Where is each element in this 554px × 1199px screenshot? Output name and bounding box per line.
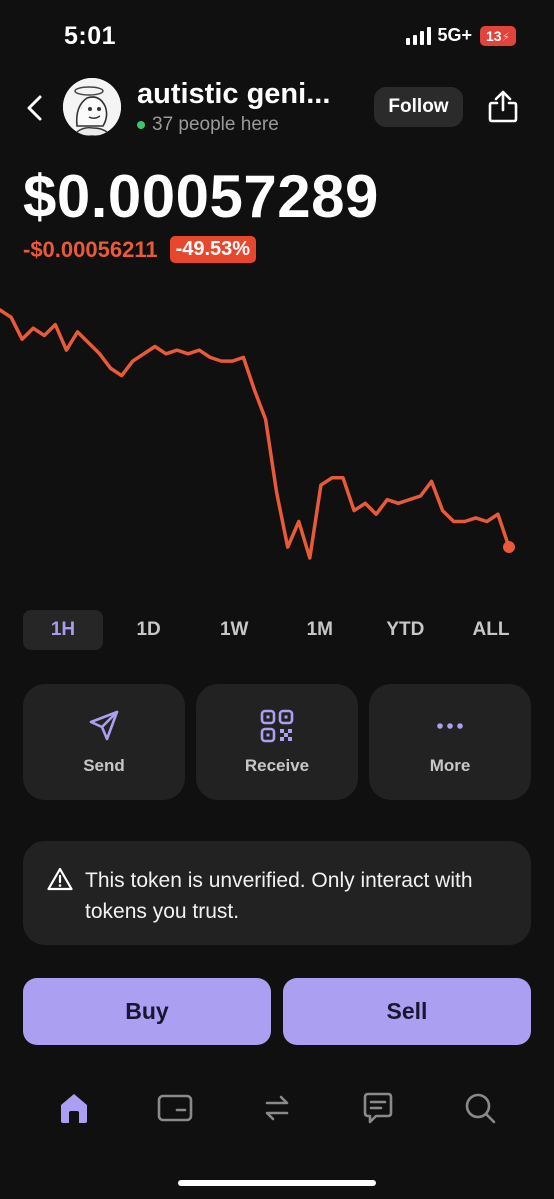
more-dots-icon	[432, 708, 468, 744]
more-button[interactable]: More	[369, 684, 531, 800]
current-price-point	[503, 541, 515, 554]
token-avatar[interactable]	[63, 78, 121, 136]
signal-icon	[406, 26, 432, 45]
more-label: More	[429, 756, 471, 775]
status-bar: 5:01 5G+ 13⚡	[0, 0, 554, 70]
price-chart[interactable]	[0, 290, 554, 580]
wallet-icon[interactable]	[155, 1086, 195, 1130]
action-buttons: Send Receive More	[23, 684, 531, 800]
trade-buttons: Buy Sell	[23, 978, 531, 1045]
network-type: 5G+	[437, 25, 472, 45]
price-change: -$0.00056211 -49.53%	[23, 236, 257, 263]
warning-text: This token is unverified. Only interact …	[85, 869, 473, 923]
timeframe-tab-1m[interactable]: 1M	[280, 610, 360, 650]
token-price: $0.00057289	[23, 163, 379, 230]
back-icon[interactable]	[22, 92, 50, 124]
send-label: Send	[83, 756, 125, 775]
charging-icon: ⚡	[501, 29, 510, 44]
qr-code-icon	[259, 708, 295, 744]
token-header: autistic geni... 37 people here Follow	[0, 76, 554, 142]
sell-button[interactable]: Sell	[283, 978, 531, 1045]
chat-icon[interactable]	[358, 1086, 398, 1130]
bottom-tab-bar	[0, 1086, 554, 1134]
follow-button[interactable]: Follow	[374, 87, 463, 127]
receive-label: Receive	[244, 756, 310, 775]
timeframe-selector: 1H 1D 1W 1M YTD ALL	[23, 610, 531, 650]
unverified-warning: This token is unverified. Only interact …	[23, 841, 531, 945]
search-icon[interactable]	[460, 1086, 500, 1130]
token-name: autistic geni...	[137, 78, 331, 110]
buy-button[interactable]: Buy	[23, 978, 271, 1045]
timeframe-tab-1d[interactable]: 1D	[109, 610, 189, 650]
send-icon	[86, 708, 122, 744]
home-icon[interactable]	[54, 1086, 94, 1130]
home-indicator	[178, 1180, 376, 1186]
timeframe-tab-ytd[interactable]: YTD	[365, 610, 445, 650]
price-change-amount: -$0.00056211	[23, 236, 158, 262]
price-change-percent: -49.53%	[169, 236, 257, 263]
receive-button[interactable]: Receive	[196, 684, 358, 800]
timeframe-tab-1w[interactable]: 1W	[194, 610, 274, 650]
share-icon[interactable]	[486, 88, 520, 124]
token-detail-screen: 5:01 5G+ 13⚡ autistic geni... 37 people …	[0, 0, 554, 1199]
timeframe-tab-all[interactable]: ALL	[451, 610, 531, 650]
battery-icon: 13⚡	[479, 25, 516, 46]
status-indicators: 5G+ 13⚡	[406, 25, 516, 46]
send-button[interactable]: Send	[23, 684, 185, 800]
swap-icon[interactable]	[257, 1086, 297, 1130]
price-line	[0, 308, 511, 560]
battery-level: 13	[485, 27, 502, 44]
status-time: 5:01	[64, 22, 117, 50]
presence-count: 37 people here	[152, 114, 279, 135]
presence-indicator: 37 people here	[137, 114, 279, 136]
timeframe-tab-1h[interactable]: 1H	[23, 610, 103, 650]
online-dot-icon	[137, 121, 145, 129]
warning-icon	[47, 867, 73, 891]
token-logo-icon	[63, 78, 121, 136]
